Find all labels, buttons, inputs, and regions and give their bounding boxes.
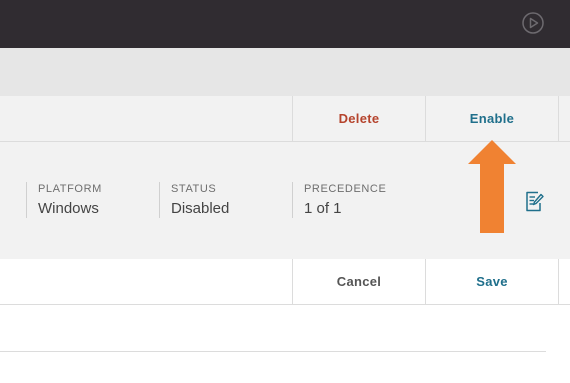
precedence-value: 1 of 1 (304, 200, 342, 217)
policy-action-bar: Delete Enable (0, 96, 570, 142)
up-arrow-icon (468, 140, 516, 233)
sub-header-bar (0, 48, 570, 96)
precedence-field: PRECEDENCE 1 of 1 (304, 182, 386, 220)
divider (0, 351, 546, 352)
divider (292, 182, 293, 218)
save-button[interactable]: Save (426, 259, 558, 304)
status-field: STATUS Disabled (171, 182, 229, 220)
platform-label: PLATFORM (38, 183, 102, 195)
top-navigation-bar (0, 0, 570, 48)
platform-value: Windows (38, 200, 99, 217)
platform-field: PLATFORM Windows (38, 182, 102, 220)
delete-button[interactable]: Delete (293, 96, 425, 141)
divider (558, 259, 559, 304)
precedence-label: PRECEDENCE (304, 183, 387, 195)
enable-button[interactable]: Enable (426, 96, 558, 141)
cancel-button[interactable]: Cancel (293, 259, 425, 304)
status-label: STATUS (171, 183, 217, 195)
divider (159, 182, 160, 218)
form-action-bar: Cancel Save (0, 259, 570, 305)
divider (26, 182, 27, 218)
divider (558, 96, 559, 141)
play-circle-icon[interactable] (522, 12, 544, 34)
status-value: Disabled (171, 200, 230, 217)
edit-document-icon[interactable] (525, 191, 544, 212)
